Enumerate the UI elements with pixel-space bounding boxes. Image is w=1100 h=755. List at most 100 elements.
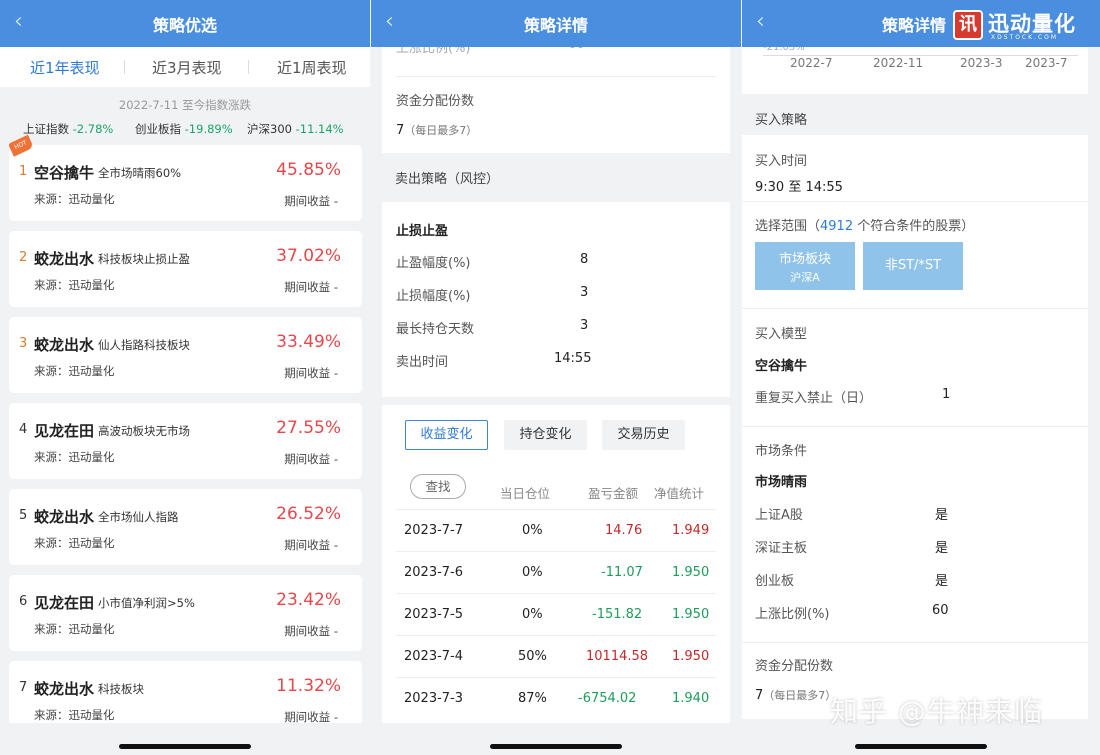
strategy-name: 蛟龙出水 (34, 336, 95, 354)
buy-strategy-title: 买入策略 (755, 113, 808, 128)
strategy-detail-screen: 上涨比例(%) 60 资金分配份数 7（每日最多7） 卖出策略（风控） 止损止盈… (371, 0, 741, 755)
strategy-desc: 仙人指路科技板块 (98, 338, 190, 352)
non-st-chip[interactable]: 非ST/*ST (863, 242, 963, 290)
sz-main-label: 深证主板 (755, 541, 808, 556)
strategy-source: 来源：迅动量化 (34, 450, 115, 464)
selection-range: 选择范围（4912 个符合条件的股票） (755, 219, 975, 234)
stop-loss-value: 3 (580, 285, 589, 300)
strategy-source: 来源：迅动量化 (34, 192, 115, 206)
repeat-buy-value: 1 (942, 387, 951, 402)
allocation-panel: 上涨比例(%) 60 资金分配份数 7（每日最多7） (382, 37, 730, 153)
table-row: 2023-7-7 0% 14.76 1.949 (396, 509, 716, 551)
brand-mark-icon: 讯 (953, 10, 983, 40)
hot-badge: HOT (8, 134, 34, 157)
strategy-source: 来源：迅动量化 (34, 536, 115, 550)
market-board-chip[interactable]: 市场板块 沪深A (755, 242, 855, 290)
strategy-name: 蛟龙出水 (34, 250, 95, 268)
strategy-card[interactable]: 3 蛟龙出水 仙人指路科技板块 来源：迅动量化 33.49% 期间收益 - (9, 317, 362, 393)
rank-number: 3 (19, 336, 28, 351)
row-pnl: -6754.02 (578, 691, 637, 706)
strategy-card[interactable]: 2 蛟龙出水 科技板块止损止盈 来源：迅动量化 37.02% 期间收益 - (9, 231, 362, 307)
table-row: 2023-7-4 50% 10114.58 1.950 (396, 635, 716, 677)
row-date: 2023-7-6 (404, 565, 464, 580)
home-indicator[interactable] (490, 744, 622, 749)
home-indicator[interactable] (855, 744, 987, 749)
strategy-card[interactable]: HOT 1 空谷擒牛 全市场晴雨60% 来源：迅动量化 45.85% 期间收益 … (8, 134, 362, 221)
buy-time-label: 买入时间 (755, 154, 808, 169)
row-nav: 1.950 (672, 649, 710, 664)
strategy-desc: 科技板块止损止盈 (98, 252, 190, 266)
strategy-desc: 全市场晴雨60% (98, 166, 182, 180)
chip-label: 市场板块 (778, 252, 831, 267)
max-hold-value: 3 (580, 318, 589, 333)
row-nav: 1.950 (672, 607, 710, 622)
strategy-name: 见龙在田 (34, 594, 95, 612)
alloc-label: 资金分配份数 (396, 94, 475, 109)
header-bar: ‹ 策略详情 (371, 0, 741, 47)
strategy-source: 来源：迅动量化 (34, 708, 115, 722)
tab-return-change[interactable]: 收益变化 (405, 420, 488, 450)
strategy-desc: 高波动板块无市场 (98, 424, 190, 438)
take-profit-value: 8 (580, 252, 589, 267)
strategy-detail-buy-screen: -21.03% 2022-7 2022-11 2023-3 2023-7 买入策… (742, 0, 1100, 755)
stop-loss-label: 止损幅度(%) (396, 289, 471, 304)
chart-x-tick: 2022-7 (790, 56, 833, 70)
home-indicator[interactable] (119, 744, 251, 749)
strategy-return: 23.42% (276, 590, 341, 610)
strategy-return: 45.85% (276, 160, 341, 180)
rank-number: 2 (19, 250, 28, 265)
chinext-value: 是 (935, 574, 949, 589)
sell-time-label: 卖出时间 (396, 355, 449, 370)
brand-logo: 讯 迅动量化 XDSTOCK.COM (953, 8, 1095, 44)
row-nav: 1.949 (672, 523, 710, 538)
divider (396, 76, 716, 77)
strategy-return: 26.52% (276, 504, 341, 524)
search-button[interactable]: 查找 (410, 474, 466, 499)
sh-a-label: 上证A股 (755, 508, 803, 523)
row-position: 87% (518, 691, 547, 706)
chip-sublabel: 沪深A (790, 271, 820, 284)
tab-position-change[interactable]: 持仓变化 (504, 420, 587, 450)
page-title: 策略优选 (152, 16, 217, 35)
stop-panel: 止损止盈 止盈幅度(%) 8 止损幅度(%) 3 最长持仓天数 3 卖出时间 1… (382, 202, 730, 397)
chart-tail: -21.03% 2022-7 2022-11 2023-3 2023-7 (742, 40, 1088, 94)
chip-label: 非ST/*ST (884, 258, 942, 273)
strategy-card[interactable]: 5 蛟龙出水 全市场仙人指路 来源：迅动量化 26.52% 期间收益 - (9, 489, 362, 565)
market-condition-value: 市场晴雨 (755, 475, 808, 490)
chart-x-tick: 2023-3 (960, 56, 1003, 70)
strategy-return: 37.02% (276, 246, 341, 266)
rank-number: 6 (19, 594, 28, 609)
strategy-return: 11.32% (276, 676, 341, 696)
tab-divider (248, 60, 249, 74)
row-pnl: 10114.58 (586, 649, 649, 664)
tab-trade-history[interactable]: 交易历史 (602, 420, 685, 450)
max-hold-label: 最长持仓天数 (396, 322, 475, 337)
brand-domain: XDSTOCK.COM (991, 34, 1059, 41)
row-position: 0% (522, 565, 543, 580)
col-header-position: 当日仓位 (500, 486, 551, 501)
strategy-card[interactable]: 4 见龙在田 高波动板块无市场 来源：迅动量化 27.55% 期间收益 - (9, 403, 362, 479)
repeat-buy-label: 重复买入禁止（日） (755, 391, 873, 406)
rank-number: 1 (19, 164, 28, 179)
index-item: 沪深300 -11.14% (247, 122, 344, 136)
tab-divider (124, 60, 125, 74)
tab-1-year[interactable]: 近1年表现 (30, 57, 100, 78)
strategy-card[interactable]: 6 见龙在田 小市值净利润>5% 来源：迅动量化 23.42% 期间收益 - (9, 575, 362, 651)
sz-main-value: 是 (935, 541, 949, 556)
table-row: 2023-7-5 0% -151.82 1.950 (396, 593, 716, 635)
tab-3-month[interactable]: 近3月表现 (152, 57, 222, 78)
divider (742, 308, 1088, 309)
tab-1-week[interactable]: 近1周表现 (277, 57, 347, 78)
bottom-safe-area (0, 723, 370, 755)
strategy-return: 27.55% (276, 418, 341, 438)
buy-model-value: 空谷擒牛 (755, 359, 808, 374)
col-header-pnl: 盈亏金额 (588, 486, 639, 501)
row-nav: 1.950 (672, 565, 710, 580)
back-arrow-icon[interactable]: ‹ (756, 9, 765, 34)
divider (742, 426, 1088, 427)
buy-time-value: 9:30 至 14:55 (755, 180, 843, 195)
header-bar: ‹ 策略优选 (0, 0, 370, 47)
market-condition-label: 市场条件 (755, 444, 808, 459)
index-item: 上证指数 -2.78% (23, 122, 114, 136)
chinext-label: 创业板 (755, 574, 795, 589)
